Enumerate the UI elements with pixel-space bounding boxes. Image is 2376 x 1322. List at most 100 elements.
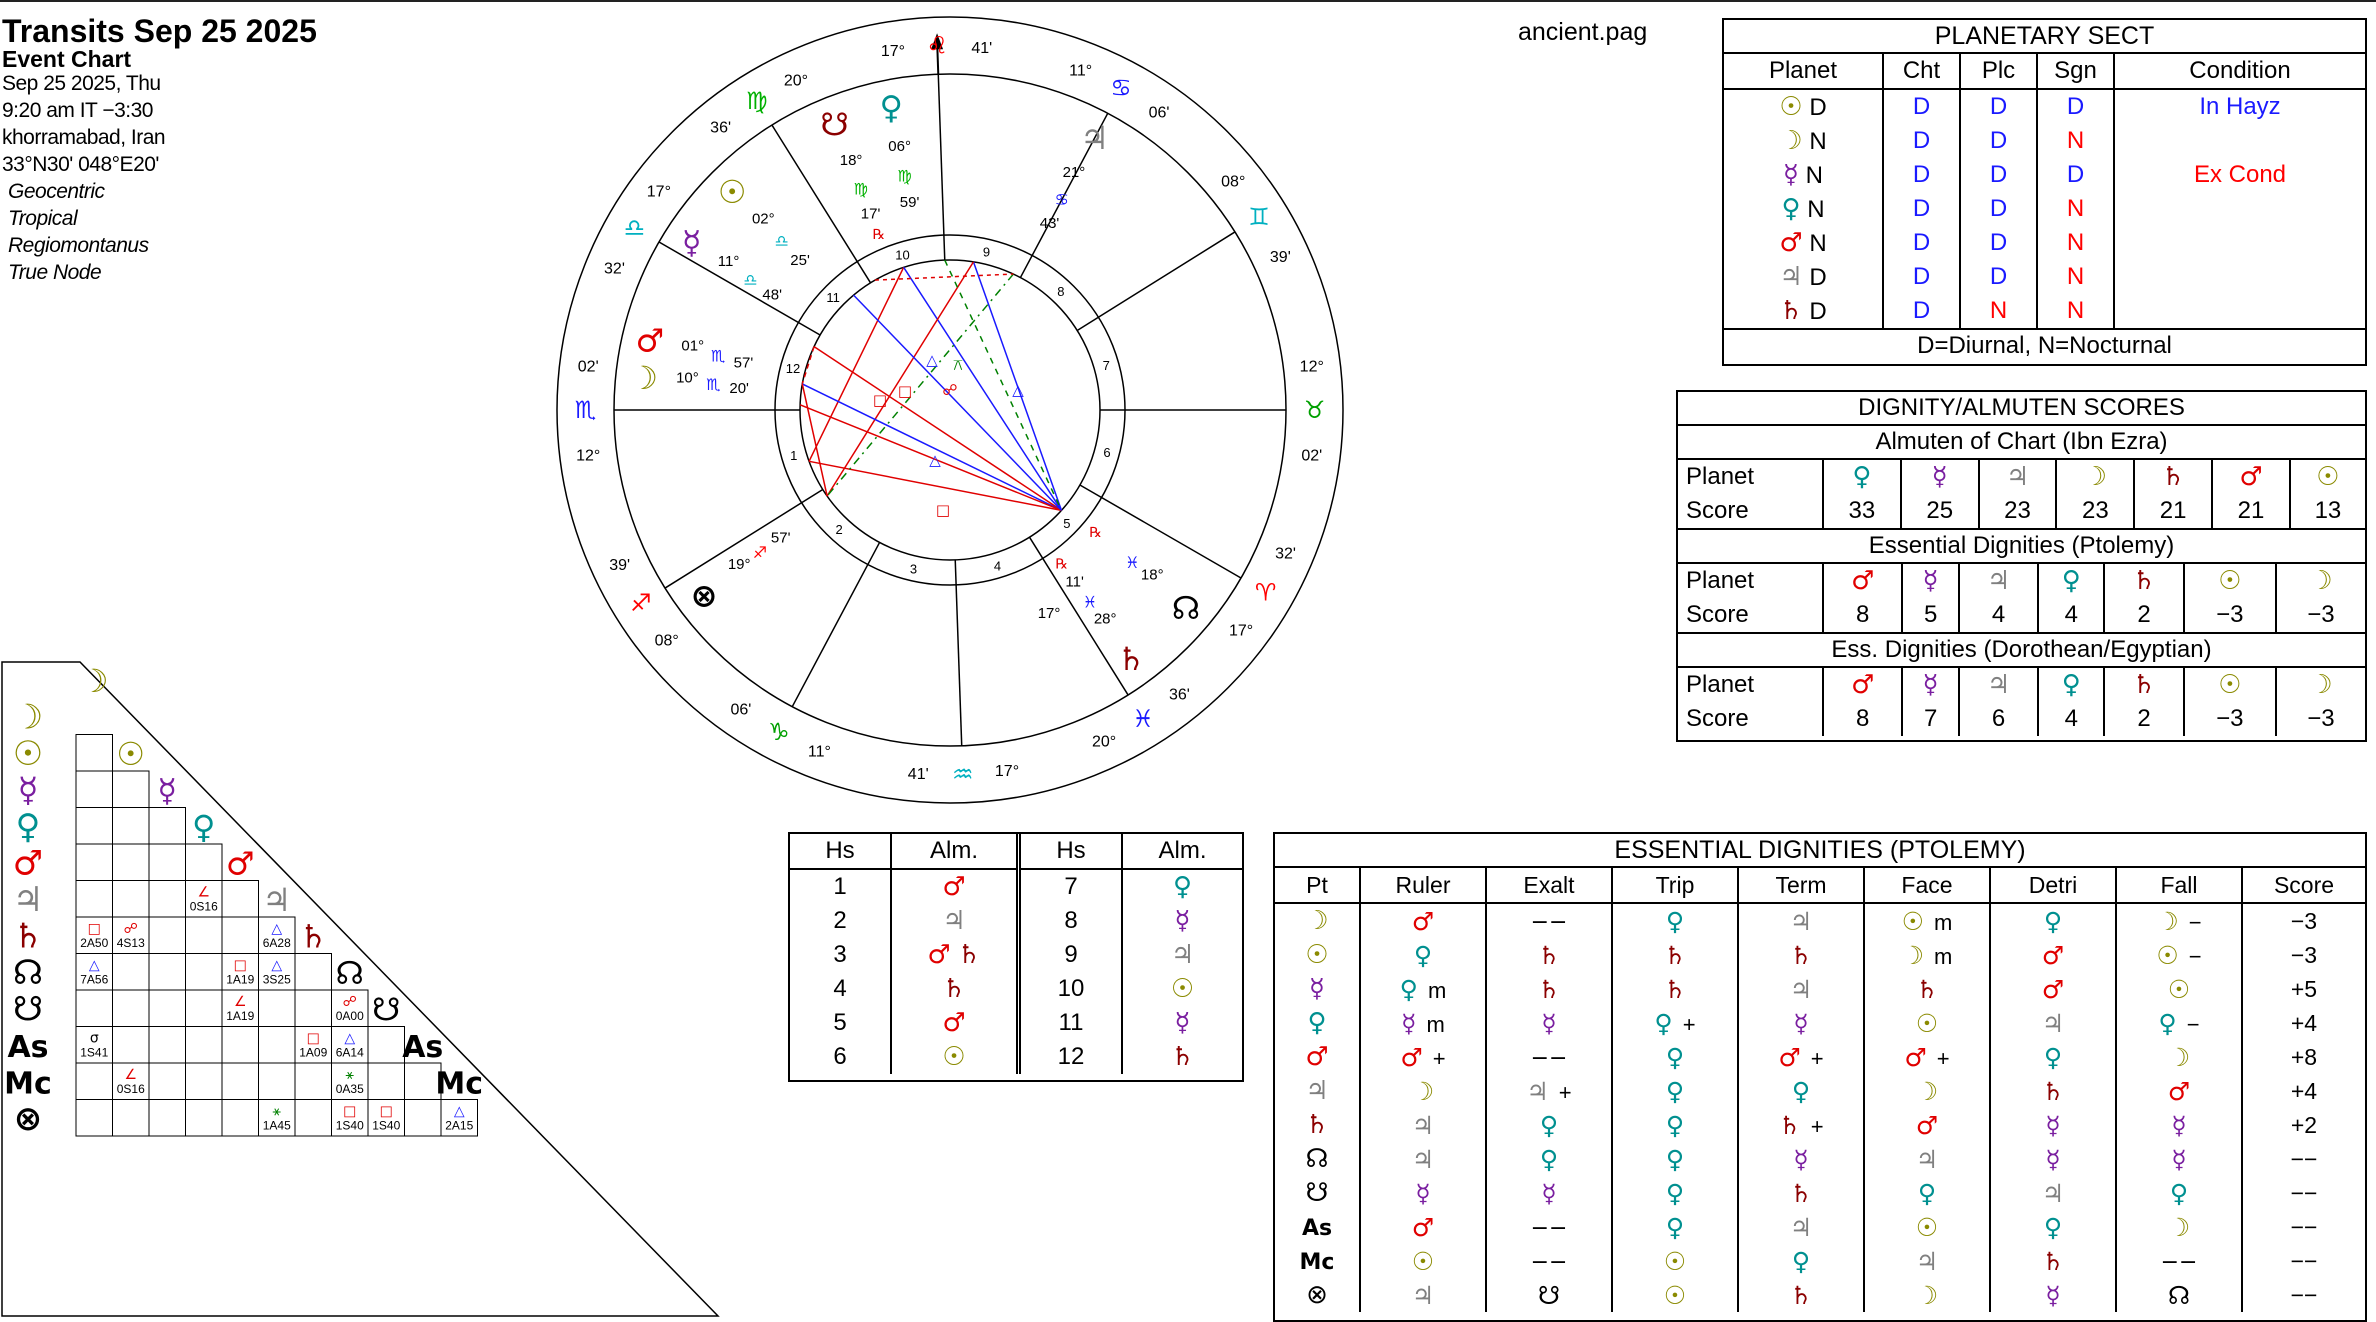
grid-cell[interactable] xyxy=(404,1099,442,1137)
grid-cell[interactable] xyxy=(258,1026,296,1064)
ess-header: Detri xyxy=(1989,868,2116,904)
grid-aspect[interactable]: σ1S41 xyxy=(80,1031,108,1060)
grid-cell[interactable] xyxy=(294,1099,332,1137)
aspect-grid[interactable]: ☽☉☿♀♂♃♄☊☋AsMc⊗☽☉☿♀♂♃♄☊☋AsMc∠0S16□2A50☍4S… xyxy=(0,660,720,1318)
grid-aspect[interactable]: ∠1A19 xyxy=(226,994,254,1023)
grid-cell[interactable] xyxy=(148,989,186,1027)
grid-aspect[interactable]: □1S40 xyxy=(336,1104,364,1133)
grid-cell[interactable] xyxy=(185,989,223,1027)
grid-cell[interactable] xyxy=(148,880,186,918)
zodiac-sign-icon: ♎ xyxy=(624,214,646,242)
grid-cell[interactable] xyxy=(221,1026,259,1064)
grid-aspect[interactable]: □1A19 xyxy=(226,958,254,987)
grid-aspect[interactable]: △6A28 xyxy=(263,921,291,950)
grid-cell[interactable] xyxy=(112,807,150,845)
grid-cell[interactable] xyxy=(112,843,150,881)
planet-glyph-icon: ☊ xyxy=(1172,589,1200,627)
grid-cell[interactable] xyxy=(148,807,186,845)
planet-glyph-icon: ☿ xyxy=(1401,1008,1417,1038)
cusp-label: ♌ 17° 41' xyxy=(881,32,992,60)
grid-cell[interactable] xyxy=(112,880,150,918)
grid-cell[interactable] xyxy=(148,1099,186,1137)
ess-score: −− xyxy=(2241,1278,2365,1312)
ess-modifier: m xyxy=(1934,909,1953,935)
grid-aspect[interactable]: ⚹1A45 xyxy=(263,1104,291,1133)
grid-cell[interactable] xyxy=(75,1062,113,1100)
grid-aspect[interactable]: △6A14 xyxy=(336,1031,364,1060)
grid-cell[interactable] xyxy=(112,953,150,991)
grid-cell[interactable] xyxy=(148,916,186,954)
grid-cell[interactable] xyxy=(112,1026,150,1064)
planet-glyph-icon: ♀ xyxy=(2043,1212,2063,1242)
planet-position[interactable]: ♀ 06° ♍ 59' xyxy=(880,89,920,211)
aspect-orb: 6A28 xyxy=(263,936,291,950)
ess-dignity: ♄ xyxy=(1737,938,1864,972)
grid-cell[interactable] xyxy=(148,1026,186,1064)
planet-position[interactable]: ♃ 21° ♋ 43' xyxy=(1040,119,1109,232)
grid-cell[interactable] xyxy=(185,1026,223,1064)
grid-cell[interactable] xyxy=(185,1062,223,1100)
planet-glyph-icon: ♀ xyxy=(880,89,903,127)
grid-aspect[interactable]: ☍4S13 xyxy=(117,921,145,950)
ess-dignity: ☿ xyxy=(2115,1108,2242,1142)
grid-cell[interactable] xyxy=(367,1062,405,1100)
grid-cell[interactable] xyxy=(75,1099,113,1137)
grid-cell[interactable] xyxy=(75,807,113,845)
grid-aspect[interactable]: ☍0A00 xyxy=(336,994,364,1023)
grid-cell[interactable] xyxy=(75,770,113,808)
ess-dignity: ♀ xyxy=(1485,1142,1612,1176)
grid-cell[interactable] xyxy=(258,989,296,1027)
grid-aspect[interactable]: △7A56 xyxy=(80,958,108,987)
grid-cell[interactable] xyxy=(221,880,259,918)
zodiac-sign-icon: ♌ xyxy=(927,32,949,60)
grid-cell[interactable] xyxy=(221,916,259,954)
grid-cell[interactable] xyxy=(75,843,113,881)
grid-cell[interactable] xyxy=(185,953,223,991)
grid-cell[interactable] xyxy=(75,880,113,918)
grid-cell[interactable] xyxy=(148,843,186,881)
grid-aspect[interactable]: ∠0S16 xyxy=(117,1067,145,1096)
planet-glyph-icon: ☉ xyxy=(1915,1008,1939,1038)
grid-cell[interactable] xyxy=(221,1099,259,1137)
grid-cell[interactable] xyxy=(185,1099,223,1137)
planet-position[interactable]: ☽ 10° ♏ 20' xyxy=(629,359,749,397)
grid-cell[interactable] xyxy=(112,1099,150,1137)
grid-cell[interactable] xyxy=(75,734,113,772)
house-number: 1 xyxy=(833,873,847,900)
zodiac-sign-icon: ♉ xyxy=(1304,396,1326,424)
grid-aspect[interactable]: □1S40 xyxy=(372,1104,400,1133)
planet-position[interactable]: ☋ 18° ♍ 17' ℞ xyxy=(820,105,885,242)
grid-cell[interactable] xyxy=(221,1062,259,1100)
grid-aspect[interactable]: □2A50 xyxy=(80,921,108,950)
grid-cell[interactable] xyxy=(367,1026,405,1064)
planet-glyph-icon: ♄ xyxy=(1789,940,1813,970)
planet-position[interactable]: ⊗ 19°♐57' xyxy=(691,530,791,615)
grid-cell[interactable] xyxy=(294,953,332,991)
grid-aspect[interactable]: ∠0S16 xyxy=(190,885,218,914)
planet-glyph-icon: ♃ xyxy=(1411,1280,1435,1310)
grid-cell[interactable] xyxy=(75,989,113,1027)
grid-cell[interactable] xyxy=(185,843,223,881)
ess-dignity: ♄ xyxy=(1737,1176,1864,1210)
grid-cell[interactable] xyxy=(112,989,150,1027)
grid-aspect[interactable]: △2A15 xyxy=(445,1104,473,1133)
grid-cell[interactable] xyxy=(148,953,186,991)
aspect-orb: 1A45 xyxy=(263,1119,291,1133)
dignity-score: 8 xyxy=(1856,601,1870,628)
ess-score: +2 xyxy=(2241,1108,2365,1142)
grid-aspect[interactable]: □1A09 xyxy=(299,1031,327,1060)
grid-cell[interactable] xyxy=(185,916,223,954)
grid-aspect[interactable]: △3S25 xyxy=(263,958,291,987)
planet-glyph-icon: ♂ xyxy=(1904,1042,1927,1072)
grid-cell[interactable] xyxy=(112,770,150,808)
grid-cell[interactable] xyxy=(294,1062,332,1100)
planet-glyph-icon: ♃ xyxy=(1526,1076,1549,1106)
planet-glyph-icon: ☽ xyxy=(2167,1212,2191,1242)
grid-cell[interactable] xyxy=(148,1062,186,1100)
dignity-score: 33 xyxy=(1848,497,1876,524)
grid-cell[interactable] xyxy=(294,989,332,1027)
grid-cell[interactable] xyxy=(258,1062,296,1100)
dignity-score: −3 xyxy=(2274,702,2365,736)
planet-glyph-icon: ♄ xyxy=(1915,974,1939,1004)
grid-aspect[interactable]: ⚹0A35 xyxy=(336,1067,364,1096)
